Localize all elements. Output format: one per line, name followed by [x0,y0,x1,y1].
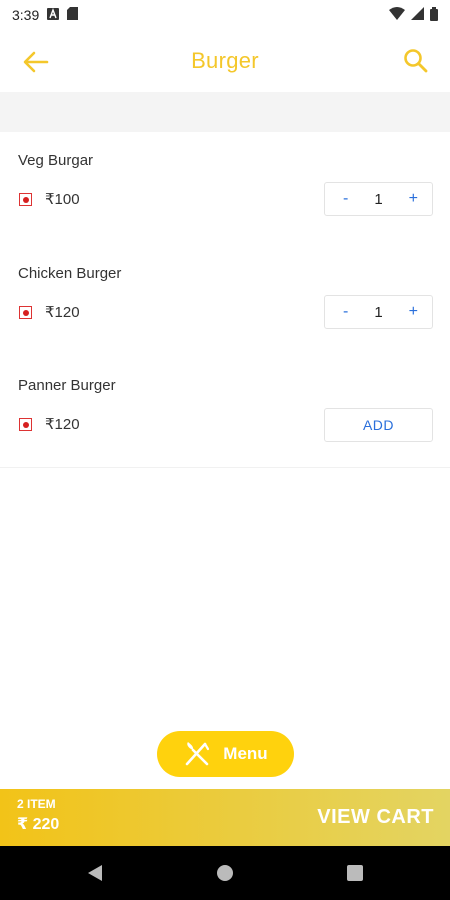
item-name: Chicken Burger [18,265,122,282]
status-left: 3:39 [12,7,79,23]
section-divider [0,92,450,132]
increase-qty-button[interactable]: + [409,303,418,321]
item-name: Panner Burger [18,377,116,394]
list-item: Chicken Burger ₹120 - 1 + [0,245,450,357]
status-right [389,6,438,24]
decrease-qty-button[interactable]: - [343,190,348,208]
food-type-marker-icon [19,418,32,431]
cart-total: ₹ 220 [17,816,60,833]
triangle-back-icon [88,865,102,881]
fork-knife-icon [185,742,210,766]
increase-qty-button[interactable]: + [409,190,418,208]
quantity-value: 1 [374,303,383,321]
system-nav-bar [0,846,450,900]
nav-back-button[interactable] [85,863,105,883]
battery-icon [430,6,438,24]
app-bar: Burger [0,30,450,92]
item-list: Veg Burgar ₹100 - 1 + Chicken Burger ₹12… [0,132,450,468]
notification-a-icon [47,7,60,23]
square-recents-icon [347,865,363,881]
status-time: 3:39 [12,7,40,23]
status-bar: 3:39 [0,0,450,30]
view-cart-button[interactable]: VIEW CART [317,806,434,829]
menu-button-label: Menu [223,744,268,763]
item-price: ₹120 [45,416,80,433]
food-type-marker-icon [19,306,32,319]
cart-item-count: 2 ITEM [17,797,56,811]
item-name: Veg Burgar [18,152,94,169]
menu-button[interactable]: Menu [157,731,294,777]
arrow-left-icon [23,51,49,73]
page-title: Burger [191,48,259,73]
cart-summary: 2 ITEM ₹ 220 [17,797,59,834]
item-price: ₹100 [45,191,80,208]
view-cart-bar[interactable]: 2 ITEM ₹ 220 VIEW CART [0,789,450,846]
quantity-value: 1 [374,190,383,208]
add-item-button[interactable]: ADD [324,408,433,442]
list-item: Veg Burgar ₹100 - 1 + [0,132,450,244]
item-price: ₹120 [45,304,80,321]
quantity-stepper: - 1 + [324,295,433,329]
circle-home-icon [217,865,233,881]
search-button[interactable] [400,45,432,77]
cell-signal-icon [411,7,424,23]
food-type-marker-icon [19,193,32,206]
decrease-qty-button[interactable]: - [343,303,348,321]
sd-card-icon [67,7,79,23]
quantity-stepper: - 1 + [324,182,433,216]
wifi-icon [389,7,405,23]
nav-home-button[interactable] [215,863,235,883]
search-icon [404,49,428,73]
nav-recents-button[interactable] [345,863,365,883]
back-button[interactable] [20,46,52,78]
